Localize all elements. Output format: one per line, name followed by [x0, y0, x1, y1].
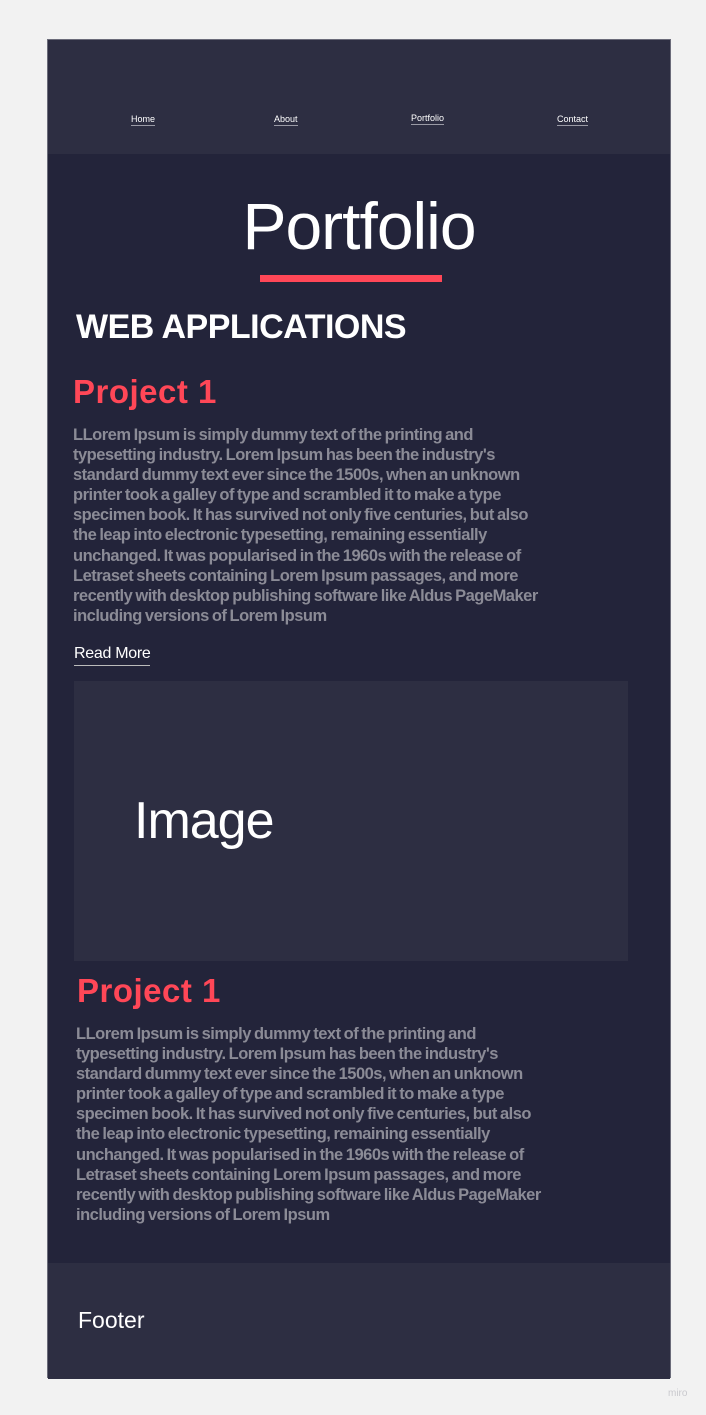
- miro-watermark: miro: [668, 1388, 688, 1399]
- nav-portfolio[interactable]: Portfolio: [411, 113, 445, 125]
- text-line: specimen book. It has survived not only …: [76, 1105, 531, 1124]
- text-line: typesetting industry. Lorem Ipsum has be…: [76, 1045, 498, 1064]
- nav-about[interactable]: About: [274, 114, 298, 126]
- project-description: LLorem Ipsum is simply dummy text of the…: [76, 1024, 541, 1225]
- text-line: LLorem Ipsum is simply dummy text of the…: [73, 426, 473, 444]
- section-title: WEB APPLICATIONS: [76, 308, 407, 346]
- text-line: standard dummy text ever since the 1500s…: [76, 1065, 523, 1084]
- text-line: recently with desktop publishing softwar…: [76, 1185, 541, 1204]
- text-line: Letraset sheets containing Lorem Ipsum p…: [73, 566, 518, 585]
- text-line: unchanged. It was popularised in the 196…: [73, 546, 521, 565]
- image-label: Image: [134, 792, 275, 850]
- image-placeholder: Image: [74, 681, 628, 961]
- text-line: the leap into electronic typesetting, re…: [73, 526, 487, 545]
- text-line: printer took a galley of type and scramb…: [73, 486, 501, 505]
- page-title: Portfolio: [242, 189, 476, 263]
- project-title: Project 1: [73, 373, 217, 410]
- nav-home[interactable]: Home: [131, 114, 156, 126]
- footer: Footer: [48, 1263, 670, 1379]
- text-line: including versions of Lorem Ipsum: [76, 1205, 330, 1224]
- text-line: the leap into electronic typesetting, re…: [76, 1125, 490, 1144]
- title-underline: [260, 275, 442, 282]
- project-description: LLorem Ipsum is simply dummy text of the…: [73, 425, 538, 626]
- text-line: Letraset sheets containing Lorem Ipsum p…: [76, 1165, 521, 1184]
- page-frame: Home About Portfolio Contact Portfolio W…: [47, 39, 671, 1379]
- read-more-link[interactable]: Read More: [74, 645, 151, 666]
- header: Home About Portfolio Contact: [48, 40, 670, 154]
- text-line: typesetting industry. Lorem Ipsum has be…: [73, 446, 495, 465]
- text-line: standard dummy text ever since the 1500s…: [73, 466, 520, 485]
- footer-label: Footer: [78, 1307, 145, 1333]
- text-line: LLorem Ipsum is simply dummy text of the…: [76, 1025, 476, 1043]
- text-line: specimen book. It has survived not only …: [73, 506, 528, 525]
- project-title: Project 1: [77, 972, 221, 1009]
- text-line: including versions of Lorem Ipsum: [73, 606, 327, 625]
- nav-contact[interactable]: Contact: [557, 114, 589, 126]
- text-line: printer took a galley of type and scramb…: [76, 1085, 504, 1104]
- text-line: recently with desktop publishing softwar…: [73, 586, 538, 605]
- text-line: unchanged. It was popularised in the 196…: [76, 1145, 524, 1164]
